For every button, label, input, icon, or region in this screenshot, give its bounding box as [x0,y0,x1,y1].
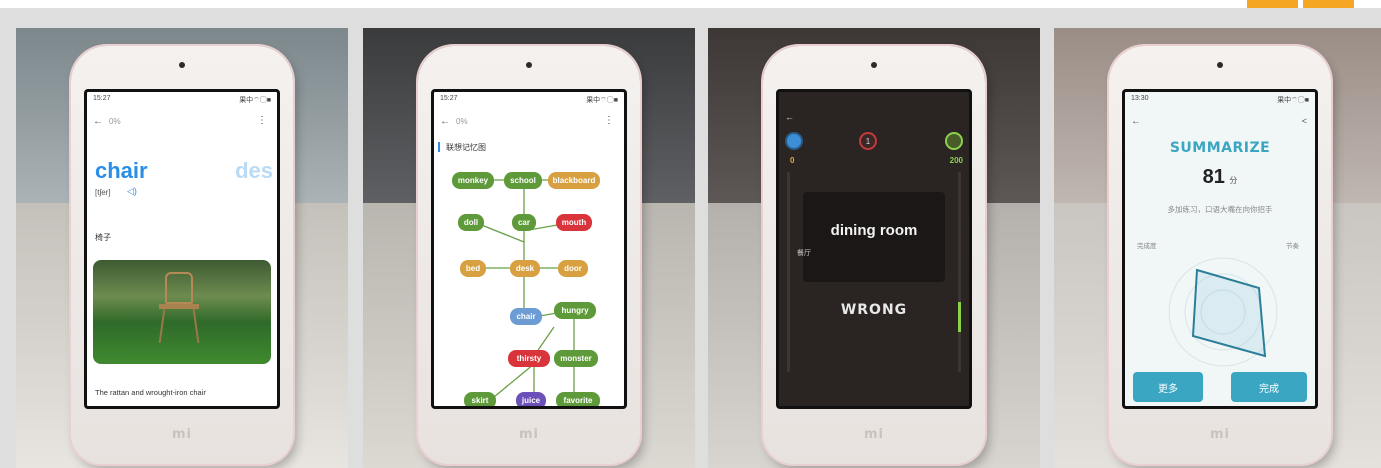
node-car[interactable]: car [512,214,536,231]
node-doll[interactable]: doll [458,214,484,231]
radar-label-left: 完成度 [1137,243,1157,250]
node-school[interactable]: school [504,172,542,189]
speaker-icon[interactable]: ◁) [127,186,137,197]
more-button[interactable]: 更多 [1133,372,1203,402]
photo-panel-summary: 13:30 果中⌔◯■ ← < SUMMARIZE 81 分 多加练习，口语大嘴在… [1054,28,1381,468]
status-icons: 果中⌔◯■ [1277,97,1309,104]
right-score: 200 [949,156,963,165]
summary-title: SUMMARIZE [1169,140,1271,156]
node-mouth[interactable]: mouth [556,214,592,231]
device-screen: 13:30 果中⌔◯■ ← < SUMMARIZE 81 分 多加练习，口语大嘴在… [1122,89,1318,409]
encouragement-text: 多加练习，口语大嘴在向你招手 [1167,205,1273,214]
device-logo: mi [863,427,885,442]
left-score: 0 [790,156,795,165]
camera [871,62,877,68]
chair-photo [93,260,271,364]
chair-leg [158,309,166,343]
back-arrow-icon[interactable]: ← [93,116,103,127]
player-avatar-icon [785,132,803,150]
left-progress-track [787,172,790,372]
orange-tab-1 [1247,0,1298,8]
photo-panel-mind-map: 15:27 果中⌔◯■ ← 0% ⋮ 联想记忆图 monkey school b… [363,28,695,468]
status-time: 15:27 [93,95,111,102]
word-title: chair [95,158,148,183]
score-row: 81 分 [1125,166,1315,189]
camera [1217,62,1223,68]
orange-tab-2 [1303,0,1354,8]
node-monster[interactable]: monster [554,350,598,367]
progress-text: 0% [109,117,121,126]
opponent-avatar-icon [945,132,963,150]
device-logo: mi [171,427,193,442]
timer-icon: 1 [859,132,877,150]
node-door[interactable]: door [558,260,588,277]
node-chair[interactable]: chair [510,308,542,325]
game-phrase: dining room [830,222,918,239]
status-bar: 15:27 果中⌔◯■ [93,95,271,105]
status-time: 13:30 [1131,95,1149,102]
back-arrow-icon[interactable]: ← [1131,116,1141,127]
camera [179,62,185,68]
radar-chart [1168,257,1278,367]
node-thirsty[interactable]: thirsty [508,350,550,367]
photo-panel-game: ← 0 1 200 dining room 餐厅 WRONG mi [708,28,1040,468]
node-favorite[interactable]: favorite [556,392,600,406]
node-bed[interactable]: bed [460,260,486,277]
device-logo: mi [1209,427,1231,442]
phrase-meaning: 餐厅 [797,250,811,257]
chair-back [165,272,193,304]
camera [526,62,532,68]
node-blackboard[interactable]: blackboard [548,172,600,189]
top-bar [0,0,1381,8]
result-banner: WRONG [840,302,908,318]
node-juice[interactable]: juice [516,392,546,406]
smart-speaker-device: 13:30 果中⌔◯■ ← < SUMMARIZE 81 分 多加练习，口语大嘴在… [1109,46,1331,464]
node-skirt[interactable]: skirt [464,392,496,406]
radar-label-right: 节奏 [1286,243,1299,250]
phonetic: [tʃer] [95,188,111,197]
photo-panel-word-card: 15:27 果中⌔◯■ ← 0% ⋮ chair des [tʃer] ◁) 椅子… [16,28,348,468]
share-icon[interactable]: < [1302,116,1307,126]
device-screen: ← 0 1 200 dining room 餐厅 WRONG [776,89,972,409]
device-screen: 15:27 果中⌔◯■ ← 0% ⋮ chair des [tʃer] ◁) 椅子… [84,89,280,409]
done-button[interactable]: 完成 [1231,372,1307,402]
smart-speaker-device: 15:27 果中⌔◯■ ← 0% ⋮ 联想记忆图 monkey school b… [418,46,640,464]
node-desk[interactable]: desk [510,260,540,277]
device-screen: 15:27 果中⌔◯■ ← 0% ⋮ 联想记忆图 monkey school b… [431,89,627,409]
status-icons: 果中⌔◯■ [239,97,271,104]
score-unit: 分 [1229,176,1238,185]
example-sentence: The rattan and wrought-iron chair [95,388,206,397]
next-word-peek[interactable]: des [235,158,273,184]
menu-icon[interactable]: ⋮ [257,115,267,126]
node-monkey[interactable]: monkey [452,172,494,189]
meaning-text: 椅子 [95,233,111,242]
status-bar: 13:30 果中⌔◯■ [1131,95,1309,105]
node-hungry[interactable]: hungry [554,302,596,319]
back-arrow-icon[interactable]: ← [785,112,794,122]
smart-speaker-device: ← 0 1 200 dining room 餐厅 WRONG mi [763,46,985,464]
score-value: 81 [1202,166,1225,188]
chair-leg [192,309,200,343]
smart-speaker-device: 15:27 果中⌔◯■ ← 0% ⋮ chair des [tʃer] ◁) 椅子… [71,46,293,464]
right-progress-track [958,172,961,372]
device-logo: mi [518,427,540,442]
